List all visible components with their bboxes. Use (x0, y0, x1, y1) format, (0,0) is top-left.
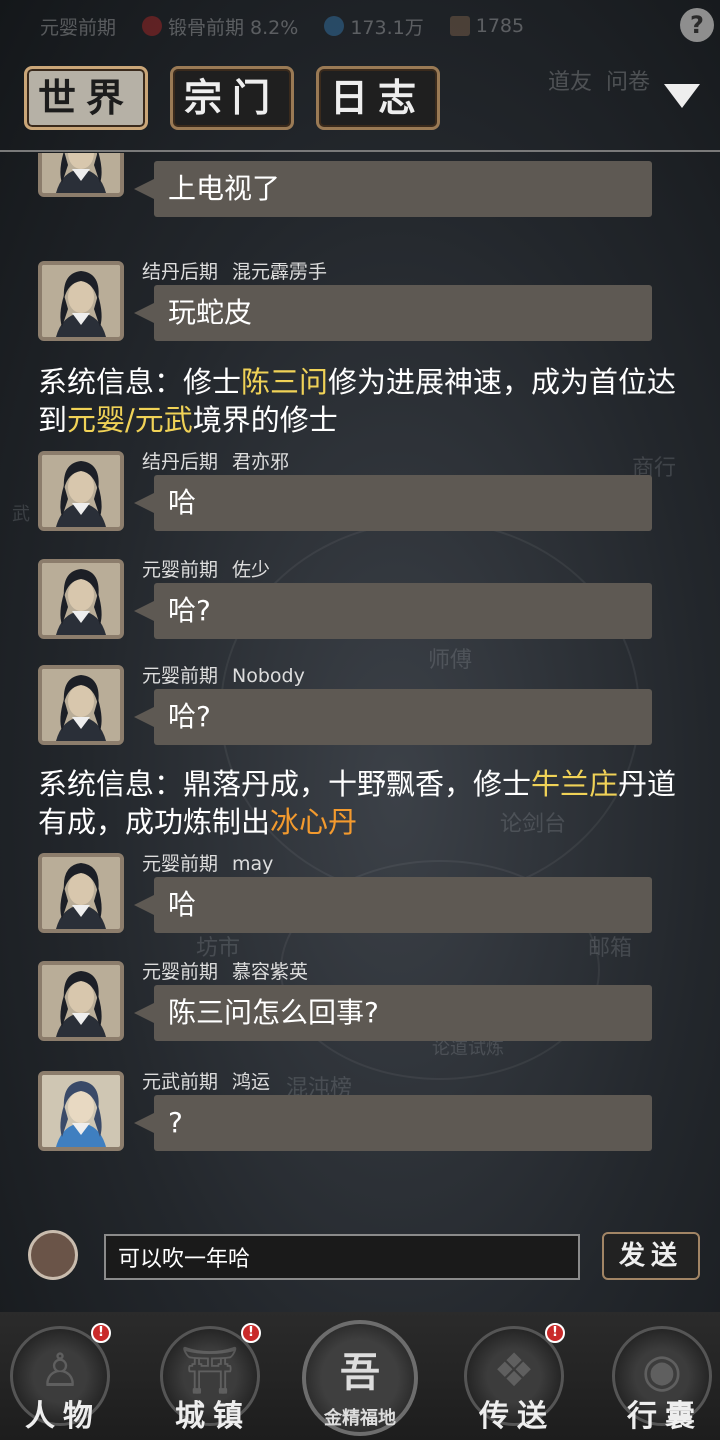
tempering-status: 锻骨前期 8.2% (142, 13, 298, 40)
nav-inventory-label: 行囊 (627, 1399, 703, 1434)
spirit-status: 173.1万 (324, 13, 424, 40)
realm-status: 元婴前期 (40, 13, 116, 40)
sender-name[interactable]: 慕容紫英 (232, 961, 308, 983)
nav-teleport-label: 传送 (479, 1399, 555, 1434)
sender-realm: 元婴前期 (142, 853, 219, 875)
chat-message: 元婴前期 慕容紫英 陈三问怎么回事? (38, 961, 678, 1045)
player-avatar[interactable] (38, 1071, 124, 1151)
seal-icon: 吾 (340, 1349, 380, 1396)
send-button[interactable]: 发送 (602, 1232, 700, 1280)
nav-inventory[interactable]: ◉ 行囊 (612, 1326, 712, 1434)
character-icon: ♙ (39, 1343, 81, 1397)
message-bubble: 玩蛇皮 (134, 285, 652, 341)
status-bar: 元婴前期 锻骨前期 8.2% 173.1万 1785 (0, 0, 720, 52)
tab-sect[interactable]: 宗门 (170, 66, 294, 130)
sender-name[interactable]: 君亦邪 (232, 451, 289, 473)
chat-message: 元武前期 鸿运? (38, 1071, 678, 1155)
sender-realm: 元婴前期 (142, 961, 219, 983)
highlighted-text[interactable]: 牛兰庄 (531, 767, 618, 801)
alert-badge: ! (241, 1323, 261, 1343)
top-right-buttons: 道友 问卷 (548, 64, 650, 96)
sender-realm: 结丹后期 (142, 451, 219, 473)
realm-text: 元婴前期 (40, 16, 117, 39)
sender-name[interactable]: 佐少 (232, 559, 270, 581)
message-bubble: 上电视了 (134, 161, 652, 217)
player-avatar[interactable] (38, 153, 124, 197)
water-drop-icon (324, 16, 345, 36)
chat-message: 结丹后期 君亦邪哈 (38, 451, 678, 535)
system-message: 系统信息：修士陈三问修为进展神速，成为首位达到元婴/元武境界的修士 (38, 363, 678, 439)
sender-name[interactable]: Nobody (232, 665, 305, 687)
friends-button[interactable]: 道友 (548, 64, 592, 96)
system-text: 境界的修士 (192, 403, 338, 437)
scroll-map-icon: ❖ (493, 1343, 535, 1397)
bag-icon: ◉ (641, 1343, 683, 1397)
scroll-icon (449, 16, 470, 36)
input-row: 发送 (0, 1222, 720, 1292)
chat-message: 元婴前期 佐少 哈? (38, 559, 678, 643)
message-sender: 元婴前期 佐少 (142, 555, 284, 582)
nav-character-label: 人物 (25, 1399, 101, 1434)
highlighted-text[interactable]: 冰心丹 (270, 805, 357, 839)
chat-message: 元婴前期 may 哈 (38, 853, 678, 937)
sender-name[interactable]: 鸿运 (232, 1071, 270, 1093)
nav-town[interactable]: ⛩ 城镇 ! (160, 1323, 261, 1434)
nav-town-label: 城镇 (175, 1399, 251, 1434)
power-status: 1785 (449, 15, 525, 37)
red-orb-icon (142, 16, 163, 36)
sender-name[interactable]: 混元霹雳手 (232, 261, 327, 283)
sender-realm: 结丹后期 (142, 261, 219, 283)
alert-badge: ! (91, 1323, 111, 1343)
collapse-arrow-icon[interactable] (664, 84, 700, 108)
player-avatar[interactable] (38, 261, 124, 341)
system-message: 系统信息：鼎落丹成，十野飘香，修士牛兰庄丹道有成，成功炼制出冰心丹 (38, 765, 678, 841)
tab-log[interactable]: 日志 (316, 66, 440, 130)
message-sender: 元婴前期 Nobody (142, 661, 319, 688)
player-avatar[interactable] (38, 559, 124, 639)
nav-blessed-land[interactable]: 吾 金精福地 (302, 1320, 418, 1436)
chat-message: 结丹后期 混元霹雳手 玩蛇皮 (38, 261, 678, 345)
message-bubble: 哈 (134, 475, 652, 531)
chat-list[interactable]: 上电视了 结丹后期 混元霹雳手 玩蛇皮 系统信息：修士陈三问修为进展神速，成为首位达到元… (0, 153, 720, 1200)
message-sender: 元武前期 鸿运 (142, 1067, 284, 1094)
sender-name[interactable]: may (232, 853, 273, 875)
message-sender: 结丹后期 混元霹雳手 (142, 257, 341, 284)
message-bubble: 哈? (134, 583, 652, 639)
player-avatar[interactable] (28, 1230, 78, 1280)
questionnaire-button[interactable]: 问卷 (606, 64, 650, 96)
system-text: 系统信息：修士 (38, 365, 242, 399)
message-bubble: 哈 (134, 877, 652, 933)
sender-realm: 元武前期 (142, 1071, 219, 1093)
tempering-text: 锻骨前期 8.2% (168, 16, 299, 39)
alert-badge: ! (545, 1323, 565, 1343)
nav-teleport[interactable]: ❖ 传送 ! (464, 1323, 565, 1434)
player-avatar[interactable] (38, 961, 124, 1041)
power-text: 1785 (475, 15, 525, 37)
message-bubble: 哈? (134, 689, 652, 745)
player-avatar[interactable] (38, 853, 124, 933)
player-avatar[interactable] (38, 451, 124, 531)
help-icon[interactable]: ? (680, 8, 714, 42)
highlighted-text[interactable]: 元婴/元武 (67, 403, 193, 437)
channel-tabs: 世界 宗门 日志 (24, 66, 440, 130)
spirit-text: 173.1万 (350, 16, 424, 39)
sender-realm: 元婴前期 (142, 559, 219, 581)
message-bubble: 陈三问怎么回事? (134, 985, 652, 1041)
chat-message: 上电视了 (38, 153, 678, 245)
message-bubble: ? (134, 1095, 652, 1151)
tab-world[interactable]: 世界 (24, 66, 148, 130)
player-avatar[interactable] (38, 665, 124, 745)
pagoda-icon: ⛩ (180, 1343, 240, 1397)
message-sender: 元婴前期 慕容紫英 (142, 957, 322, 984)
header-divider (0, 150, 720, 152)
nav-character[interactable]: ♙ 人物 ! (10, 1323, 111, 1434)
message-sender: 结丹后期 君亦邪 (142, 447, 303, 474)
chat-input[interactable] (104, 1234, 580, 1280)
chat-message: 元婴前期 Nobody 哈? (38, 665, 678, 749)
system-text: 系统信息：鼎落丹成，十野飘香，修士 (38, 767, 532, 801)
sender-realm: 元婴前期 (142, 665, 219, 687)
nav-blessed-land-label: 金精福地 (324, 1408, 396, 1429)
highlighted-text[interactable]: 陈三问 (241, 365, 328, 399)
message-sender: 元婴前期 may (142, 849, 287, 876)
